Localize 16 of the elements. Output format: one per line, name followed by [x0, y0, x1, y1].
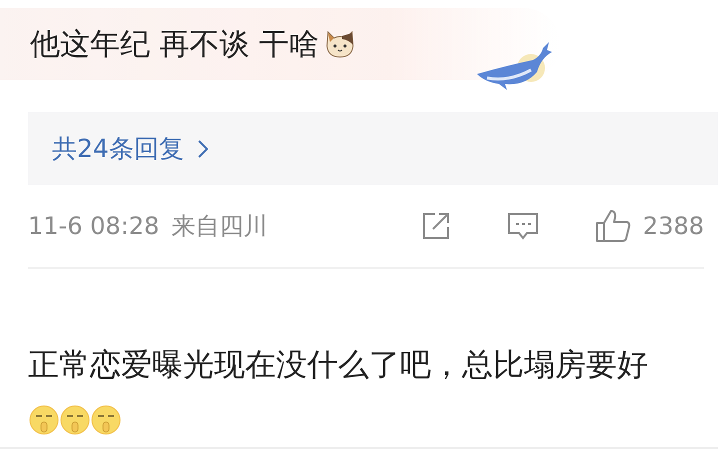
thumbs-up-icon [594, 209, 631, 243]
comment-text: 正常恋爱曝光现在没什么了吧，总比塌房要好 [28, 347, 648, 383]
share-button[interactable] [420, 211, 451, 241]
cat-face-icon [325, 30, 356, 58]
comment-button[interactable] [506, 211, 539, 241]
comment-location: 来自四川 [171, 211, 268, 242]
share-icon [420, 211, 451, 241]
shush-face-icon [60, 405, 90, 435]
comment-icon [506, 211, 539, 241]
chevron-icon [198, 140, 208, 158]
shush-face-icon [91, 405, 121, 435]
replies-link[interactable]: 共24条回复 [52, 132, 208, 165]
comment-text: 他这年纪 再不谈 干啥 [30, 26, 320, 64]
like-button[interactable]: 2388 [594, 209, 704, 243]
shush-face-icon [29, 405, 59, 435]
comment-time: 11-6 08:28 [28, 212, 160, 240]
